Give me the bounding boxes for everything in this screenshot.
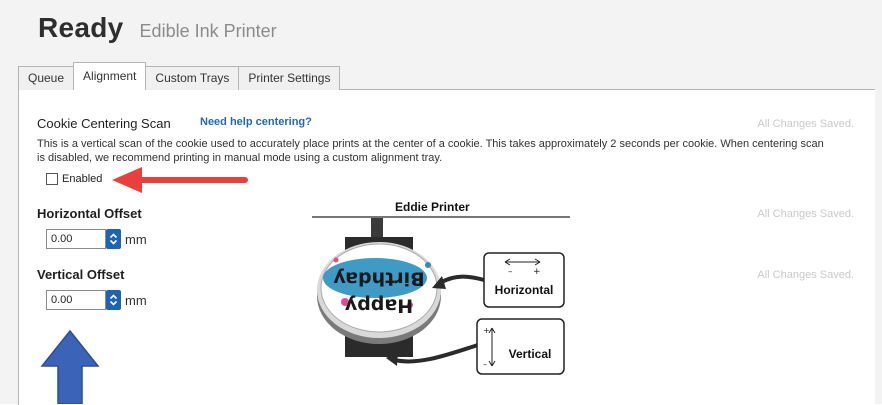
horizontal-plus: + (533, 267, 541, 277)
horizontal-minus: – (508, 267, 513, 277)
horizontal-diagram-label: Horizontal (495, 283, 554, 297)
up-down-chevron-icon (109, 294, 118, 306)
tab-queue[interactable]: Queue (18, 66, 75, 90)
horizontal-saved-status: All Changes Saved. (757, 208, 854, 220)
help-centering-link[interactable]: Need help centering? (200, 116, 312, 128)
section-title: Cookie Centering Scan (37, 116, 171, 131)
tab-printer-settings[interactable]: Printer Settings (238, 66, 341, 90)
app-window: Ready Edible Ink Printer Queue Alignment… (0, 0, 882, 405)
vertical-spin-button[interactable] (106, 290, 121, 310)
vertical-saved-status: All Changes Saved. (757, 269, 854, 281)
vertical-offset-label: Vertical Offset (37, 267, 125, 282)
up-down-chevron-icon (109, 233, 118, 245)
tab-bar: Queue Alignment Custom Trays Printer Set… (18, 62, 341, 90)
enabled-label: Enabled (62, 173, 103, 185)
status-title: Ready (38, 12, 124, 43)
horizontal-spin-button[interactable] (106, 229, 121, 249)
device-name: Edible Ink Printer (139, 21, 277, 41)
blue-up-arrow-icon (40, 330, 100, 404)
vertical-offset-stepper: 0.00 mm (46, 290, 147, 310)
red-pointer-arrow-icon (112, 167, 248, 193)
vertical-diagram-label: Vertical (509, 347, 552, 361)
vertical-unit: mm (125, 292, 147, 308)
scan-description: This is a vertical scan of the cookie us… (37, 138, 824, 164)
horizontal-offset-input[interactable]: 0.00 (46, 229, 106, 249)
tab-custom-trays[interactable]: Custom Trays (145, 66, 240, 90)
cookie-text-birthday: Birthday (333, 268, 425, 290)
horizontal-offset-stepper: 0.00 mm (46, 229, 147, 249)
enabled-checkbox-row[interactable]: Enabled (46, 173, 102, 185)
horizontal-offset-label: Horizontal Offset (37, 206, 142, 221)
cookie-text-happy: Happy (344, 295, 413, 317)
vertical-minus: – (483, 360, 487, 369)
vertical-plus: + (483, 326, 490, 335)
printer-alignment-diagram: Birthday Happy – + Horizontal + – Vertic… (312, 216, 570, 375)
page-header: Ready Edible Ink Printer (38, 12, 277, 48)
scan-saved-status: All Changes Saved. (757, 118, 854, 130)
horizontal-unit: mm (125, 231, 147, 247)
vertical-offset-input[interactable]: 0.00 (46, 290, 106, 310)
enabled-checkbox[interactable] (46, 173, 58, 185)
tab-alignment[interactable]: Alignment (73, 62, 147, 90)
